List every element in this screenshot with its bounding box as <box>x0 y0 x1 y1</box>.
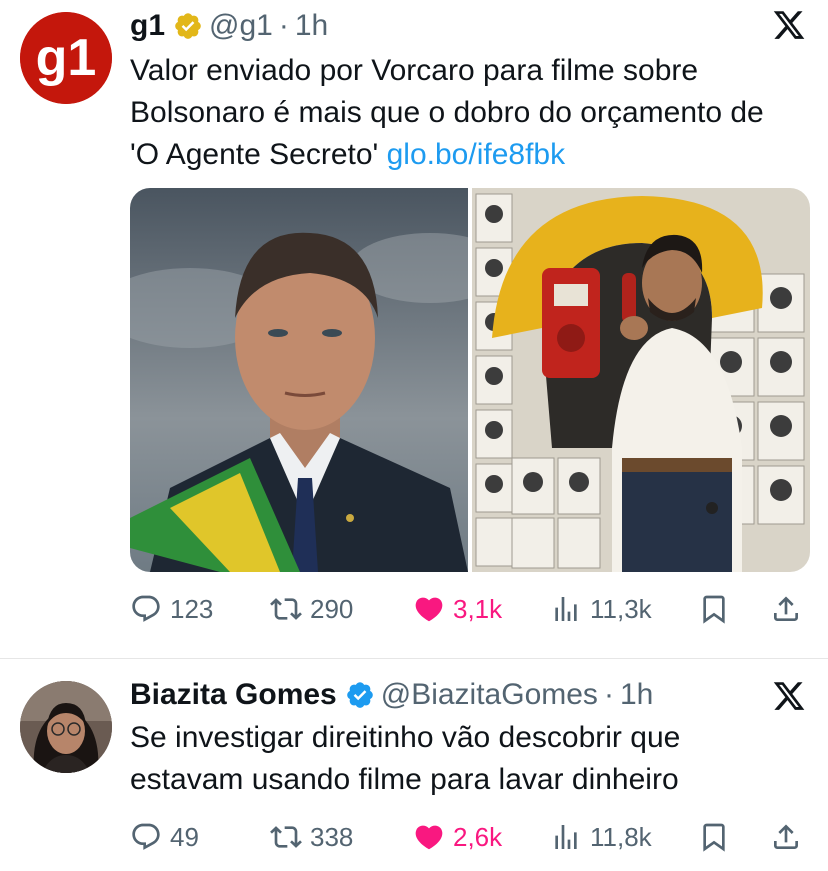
photo-man-in-phone-booth <box>472 188 810 572</box>
blue-verified-badge-icon[interactable] <box>345 680 375 710</box>
avatar[interactable] <box>20 681 112 773</box>
like-button[interactable]: 3,1k <box>413 588 502 630</box>
tweet-text: Valor enviado por Vorcaro para filme sob… <box>130 50 810 176</box>
avatar[interactable]: g1 <box>20 12 112 104</box>
photo-man-with-presidential-sash <box>130 188 468 572</box>
x-logo-icon[interactable] <box>772 679 806 713</box>
profile-photo <box>20 681 112 773</box>
tweet-text-line: Bolsonaro é mais que o dobro do orçament… <box>130 96 764 129</box>
share-icon <box>774 824 798 849</box>
tweet-text-line: Se investigar direitinho vão descobrir q… <box>130 721 681 754</box>
retweet-icon <box>270 826 302 848</box>
gold-verified-badge-icon[interactable] <box>173 11 203 41</box>
heart-filled-icon <box>415 825 443 850</box>
timestamp[interactable]: 1h <box>295 8 328 44</box>
tweet-text-line: 'O Agente Secreto' glo.bo/ife8fbk <box>130 134 810 176</box>
reply-icon <box>132 595 160 622</box>
share-icon <box>774 596 798 621</box>
tweet-header: g1 @g1 · 1h <box>130 8 328 44</box>
views-button[interactable]: 11,8k <box>550 816 652 858</box>
author-name[interactable]: g1 <box>130 8 165 44</box>
share-button[interactable] <box>770 816 802 858</box>
heart-filled-icon <box>415 597 443 622</box>
x-logo-icon[interactable] <box>772 8 806 42</box>
retweet-button[interactable]: 338 <box>270 816 353 858</box>
timestamp[interactable]: 1h <box>620 677 653 713</box>
views-chart-icon <box>555 597 577 621</box>
tweet-media[interactable] <box>130 188 810 572</box>
author-name[interactable]: Biazita Gomes <box>130 677 337 713</box>
tweet-text-line: estavam usando filme para lavar dinheiro <box>130 763 679 796</box>
reply-count: 123 <box>170 593 214 624</box>
views-chart-icon <box>555 825 577 849</box>
bookmark-button[interactable] <box>698 588 730 630</box>
reply-button[interactable]: 123 <box>130 588 213 630</box>
reply-icon <box>132 823 160 850</box>
tweet-text-line: Valor enviado por Vorcaro para filme sob… <box>130 54 699 87</box>
separator-dot: · <box>603 678 614 711</box>
like-count: 2,6k <box>453 821 503 852</box>
retweet-count: 338 <box>310 821 354 852</box>
separator-dot: · <box>278 9 289 42</box>
media-image-right[interactable] <box>472 188 810 572</box>
author-handle[interactable]: @g1 <box>209 8 273 44</box>
share-button[interactable] <box>770 588 802 630</box>
views-count: 11,3k <box>590 593 652 624</box>
bookmark-icon <box>703 595 725 624</box>
tweet[interactable]: g1 g1 @g1 · 1h Valor enviado por Vorcaro… <box>0 0 828 658</box>
author-handle[interactable]: @BiazitaGomes <box>381 677 598 713</box>
reply-count: 49 <box>170 821 199 852</box>
g1-logo-text: g1 <box>36 29 97 87</box>
tweet-header: Biazita Gomes @BiazitaGomes · 1h <box>130 677 653 713</box>
views-count: 11,8k <box>590 821 652 852</box>
retweet-button[interactable]: 290 <box>270 588 353 630</box>
bookmark-button[interactable] <box>698 816 730 858</box>
g1-logo-icon: g1 <box>20 12 112 104</box>
tweet[interactable]: Biazita Gomes @BiazitaGomes · 1h Se inve… <box>0 658 828 871</box>
retweet-icon <box>270 598 302 620</box>
retweet-count: 290 <box>310 593 354 624</box>
tweet-link[interactable]: glo.bo/ife8fbk <box>387 138 565 171</box>
like-button[interactable]: 2,6k <box>413 816 502 858</box>
like-count: 3,1k <box>453 593 503 624</box>
tweet-text-fragment: 'O Agente Secreto' <box>130 138 387 171</box>
media-image-left[interactable] <box>130 188 468 572</box>
reply-button[interactable]: 49 <box>130 816 199 858</box>
tweet-text: Se investigar direitinho vão descobrir q… <box>130 717 810 801</box>
bookmark-icon <box>703 823 725 852</box>
views-button[interactable]: 11,3k <box>550 588 652 630</box>
